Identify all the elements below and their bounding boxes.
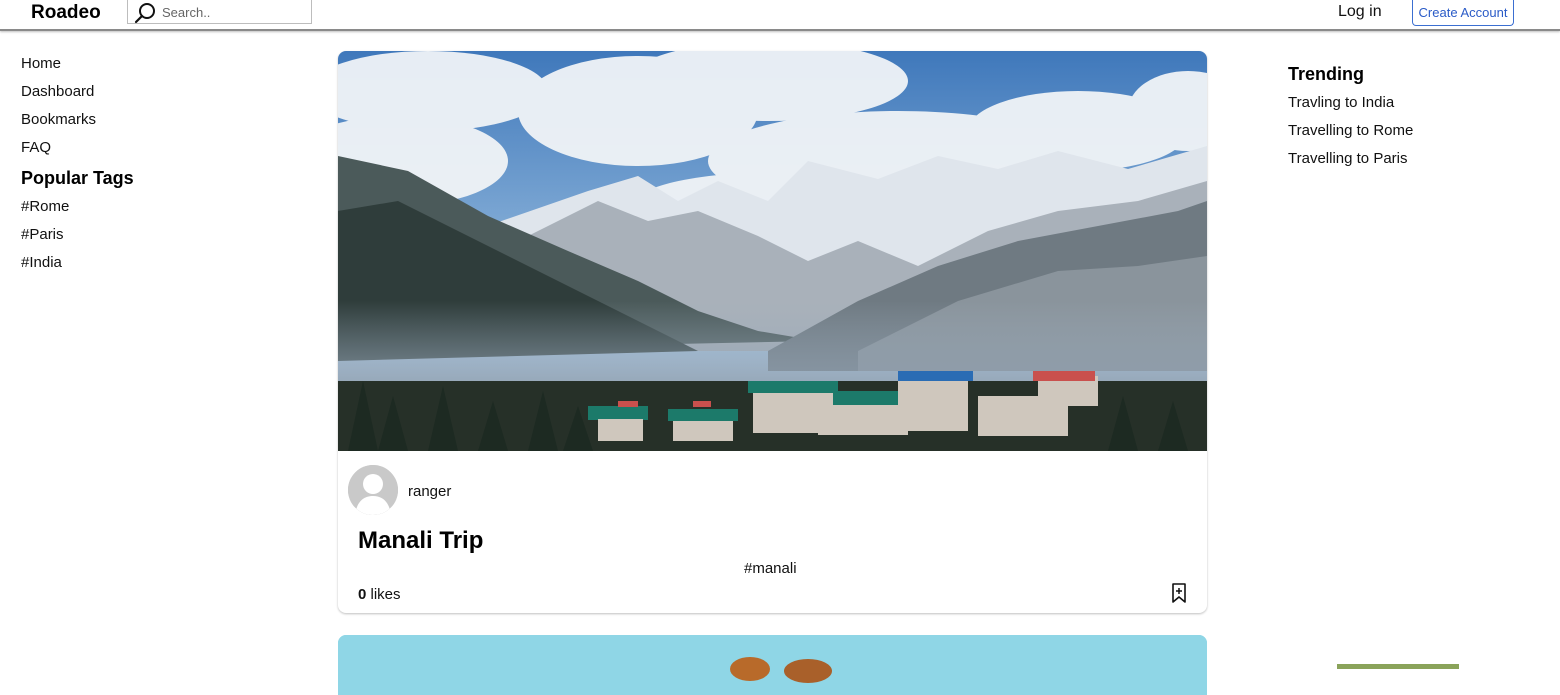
trending-panel: Trending Travling to India Travelling to… [1288, 62, 1413, 177]
bookmark-icon[interactable] [1171, 583, 1187, 603]
tag-india[interactable]: #India [21, 253, 134, 281]
trending-item[interactable]: Travelling to Rome [1288, 121, 1413, 149]
tag-rome[interactable]: #Rome [21, 197, 134, 225]
trending-item[interactable]: Travling to India [1288, 93, 1413, 121]
author-name[interactable]: ranger [408, 483, 451, 500]
tag-paris[interactable]: #Paris [21, 225, 134, 253]
trending-item[interactable]: Travelling to Paris [1288, 149, 1413, 177]
sidebar-item-faq[interactable]: FAQ [21, 138, 134, 166]
sidebar-item-home[interactable]: Home [21, 54, 134, 82]
sidebar-item-bookmarks[interactable]: Bookmarks [21, 110, 134, 138]
likes-count: 0 likes [358, 586, 401, 603]
avatar-icon [348, 465, 398, 515]
create-account-button[interactable]: Create Account [1412, 0, 1514, 26]
likes-number: 0 [358, 586, 367, 603]
popular-tags-heading: Popular Tags [21, 168, 134, 188]
post-cover-image[interactable] [338, 51, 1207, 451]
likes-label: likes [370, 586, 401, 603]
author-avatar[interactable] [348, 465, 398, 515]
top-navbar: Roadeo Log in Create Account [0, 0, 1560, 31]
post-title[interactable]: Manali Trip [358, 527, 483, 555]
search-icon [134, 3, 155, 24]
trending-heading: Trending [1288, 64, 1364, 84]
search-box[interactable] [127, 0, 312, 24]
login-link[interactable]: Log in [1338, 3, 1382, 21]
post-card: ranger Manali Trip #manali 0 likes [338, 51, 1207, 613]
decorative-bar [1337, 664, 1459, 669]
sidebar-item-dashboard[interactable]: Dashboard [21, 82, 134, 110]
left-sidebar: Home Dashboard Bookmarks FAQ Popular Tag… [21, 54, 134, 281]
next-post-cover-image [338, 635, 1207, 695]
post-tag[interactable]: #manali [744, 560, 797, 577]
search-input[interactable] [162, 3, 302, 21]
brand-logo[interactable]: Roadeo [31, 2, 101, 24]
next-post-card[interactable] [338, 635, 1207, 695]
